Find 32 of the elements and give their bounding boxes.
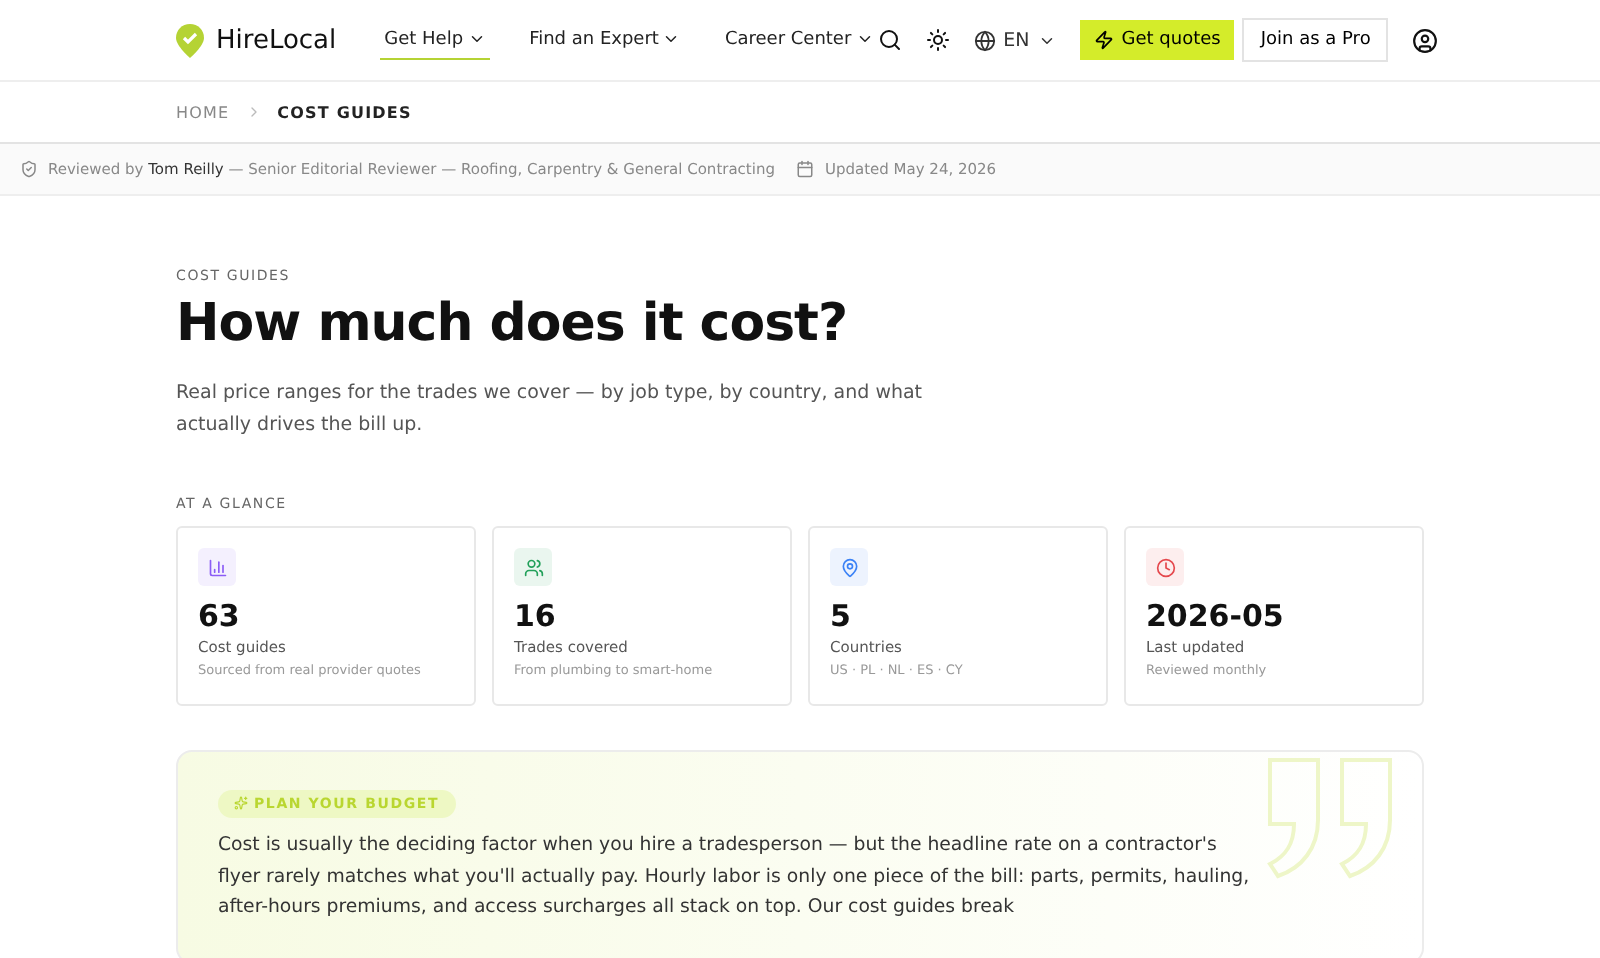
logo-text[interactable]: HireLocal	[216, 25, 337, 55]
chevron-down-icon	[662, 30, 681, 48]
nav-menu-item[interactable]: Find an Expert	[525, 21, 685, 59]
get-quotes-button[interactable]: Get quotes	[1079, 20, 1235, 60]
globe-icon	[973, 29, 996, 51]
sun-icon[interactable]	[925, 28, 950, 52]
user-account-icon[interactable]	[1412, 27, 1439, 53]
stat-value: 63	[198, 598, 242, 635]
search-icon[interactable]	[877, 28, 902, 52]
language-selector[interactable]: EN	[973, 29, 1056, 51]
sparkles-icon	[234, 796, 248, 811]
clock-glyph-icon	[1155, 557, 1175, 578]
join-button[interactable]: Join as a Pro	[1242, 18, 1389, 62]
breadcrumb-link[interactable]: HOME	[176, 103, 230, 121]
budget-paragraph: Cost is usually the deciding factor when you hire a tradesperson — but the headline rate on a contractor's flyer rarely matches what you'll actually pay. Hourly labor is only one piece of the bill: parts, permits, hauling, after-hours premiums, and access surcharges all stack on top. Our cost guides break	[218, 832, 1252, 922]
chevron-down-icon	[467, 30, 486, 48]
nav-menu-item[interactable]: Career Center	[720, 21, 878, 59]
logo-icon	[176, 23, 204, 57]
calendar-icon	[796, 160, 815, 178]
lead-paragraph: Real price ranges for the trades we cover — by job type, by country, and what actually drives the bill up.	[176, 380, 925, 440]
stat-value: 16	[514, 598, 558, 635]
lightning-icon	[1093, 30, 1114, 50]
nav-menu-item[interactable]: Get Help	[380, 21, 490, 59]
breadcrumb-link[interactable]: COST GUIDES	[277, 103, 412, 121]
people-glyph-icon	[523, 557, 543, 578]
chart-glyph-icon	[207, 557, 227, 578]
stat-value: 2026-05	[1146, 598, 1286, 635]
chevron-down-icon	[855, 30, 874, 48]
pin-glyph-icon	[839, 557, 859, 578]
page-title: How much does it cost?	[176, 294, 850, 354]
shield-icon	[20, 160, 38, 178]
stat-value: 5	[830, 598, 853, 635]
